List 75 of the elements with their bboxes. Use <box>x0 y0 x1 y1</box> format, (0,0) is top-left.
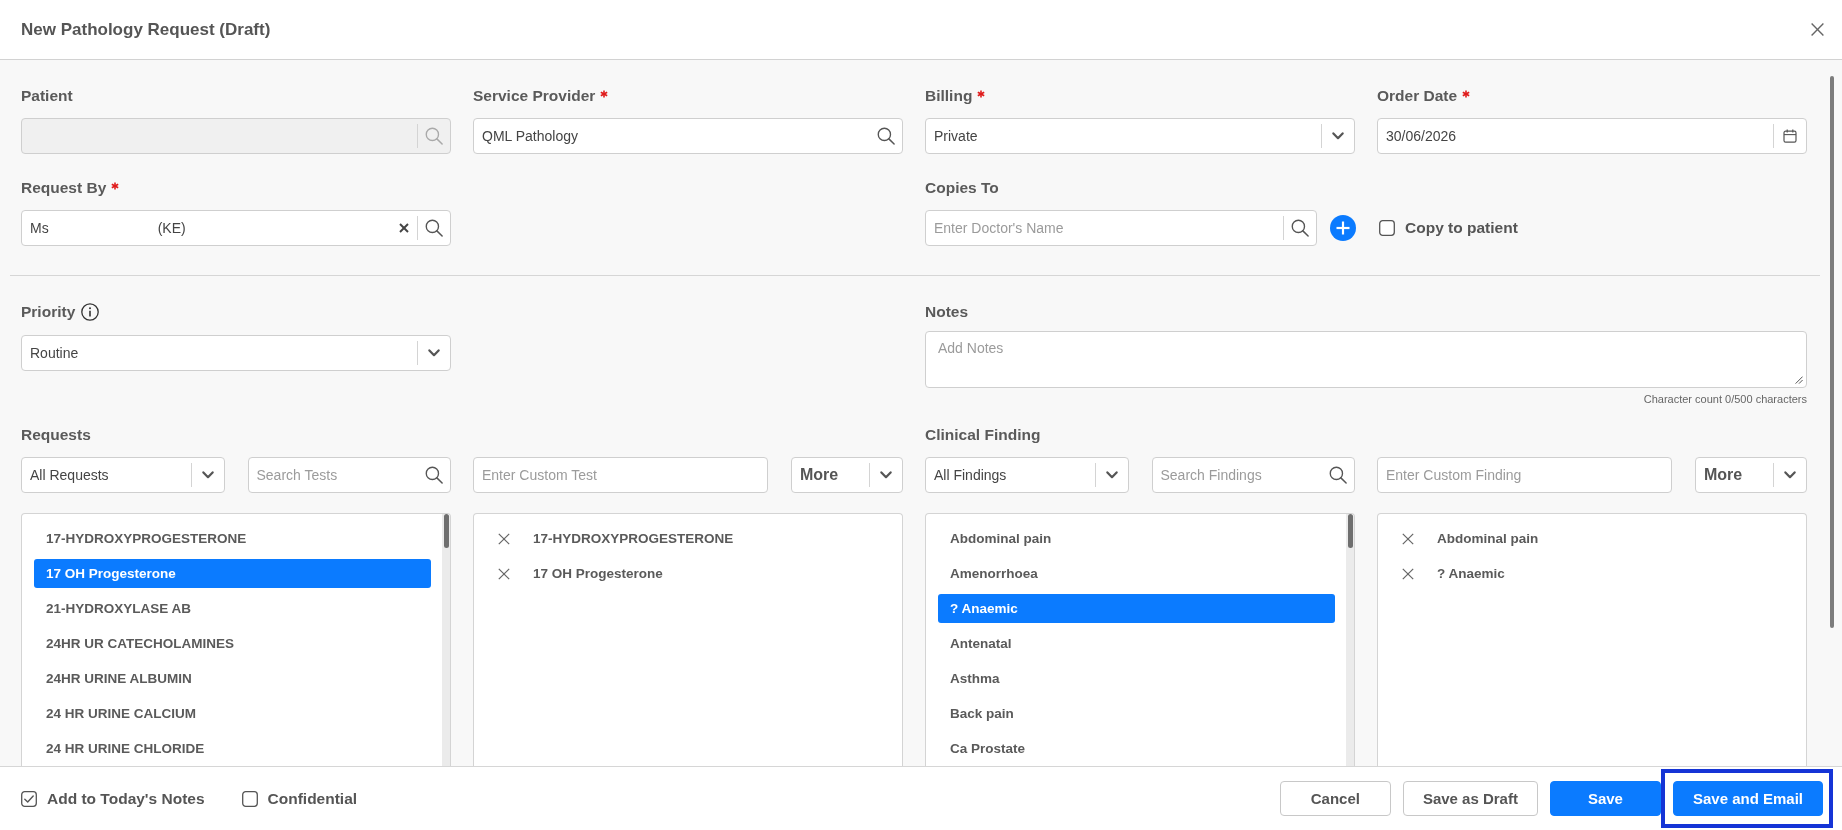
remove-icon[interactable] <box>1402 532 1414 545</box>
list-item[interactable]: Antenatal <box>938 629 1335 658</box>
date-field[interactable]: 30/06/2026 <box>1377 118 1807 154</box>
checkbox[interactable] <box>241 790 258 807</box>
section-label: Requests <box>21 425 91 445</box>
search-field[interactable]: QML Pathology <box>473 118 903 154</box>
secondary-button[interactable]: Save as Draft <box>1402 781 1538 816</box>
list-item[interactable]: 17-HYDROXYPROGESTERONE <box>34 524 431 553</box>
info-icon[interactable] <box>81 303 100 321</box>
checkbox-label[interactable]: Add to Today's Notes <box>47 789 205 808</box>
chevron-down-icon[interactable] <box>1105 471 1118 479</box>
checkbox[interactable] <box>1379 220 1395 236</box>
list-item[interactable]: ? Anaemic <box>938 594 1335 623</box>
scrollbar-thumb[interactable] <box>443 514 449 548</box>
checkbox[interactable] <box>21 790 37 807</box>
field-label: Copies To <box>925 178 999 198</box>
list-item[interactable]: 24HR UR CATECHOLAMINES <box>34 629 431 658</box>
list-item[interactable]: 24HR URINE ALBUMIN <box>34 664 431 693</box>
primary-button[interactable]: Save and Email <box>1672 781 1823 816</box>
chosen-item: 17 OH Progesterone <box>533 566 663 581</box>
chosen-item: 17-HYDROXYPROGESTERONE <box>533 531 734 546</box>
search-icon[interactable] <box>1329 466 1347 484</box>
list-item[interactable]: Abdominal pain <box>938 524 1335 553</box>
dropdown[interactable]: More <box>1695 457 1807 493</box>
field-label: Notes <box>925 302 969 322</box>
checkbox-label[interactable]: Confidential <box>267 789 358 808</box>
clear-icon[interactable] <box>399 223 409 233</box>
list-item[interactable]: Ca Prostate <box>938 734 1335 763</box>
dropdown[interactable]: Private <box>925 118 1355 154</box>
dialog-title: New Pathology Request (Draft) <box>21 19 271 40</box>
scrollbar-track[interactable] <box>1346 514 1354 766</box>
secondary-button[interactable]: Cancel <box>1279 781 1391 816</box>
list-item[interactable]: 24 HR URINE CALCIUM <box>34 699 431 728</box>
chevron-down-icon[interactable] <box>880 471 892 479</box>
dropdown[interactable]: More <box>791 457 903 493</box>
primary-button[interactable]: Save <box>1549 781 1661 816</box>
scrollbar-thumb[interactable] <box>1347 514 1353 548</box>
remove-icon[interactable] <box>1402 567 1414 580</box>
chevron-down-icon[interactable] <box>201 471 214 479</box>
dropdown[interactable]: Routine <box>21 335 451 371</box>
list-item[interactable]: Asthma <box>938 664 1335 693</box>
chosen-item: ? Anaemic <box>1437 566 1505 581</box>
search-field[interactable]: Ms (KE) <box>21 210 451 246</box>
field-label: Billing <box>925 86 973 106</box>
chevron-down-icon[interactable] <box>428 349 440 357</box>
character-count: Character count 0/500 characters <box>1643 393 1807 405</box>
list-item[interactable]: Amenorrhoea <box>938 559 1335 588</box>
list-item[interactable]: 24 HR URINE CHLORIDE <box>34 734 431 763</box>
close-icon[interactable] <box>1811 23 1824 36</box>
chosen-item: Abdominal pain <box>1437 531 1539 546</box>
field-label: Patient <box>21 86 73 106</box>
list-item[interactable]: Back pain <box>938 699 1335 728</box>
list-item[interactable]: 17 OH Progesterone <box>34 559 431 588</box>
search-icon[interactable] <box>1291 219 1309 237</box>
resize-grip-icon[interactable] <box>1795 376 1803 384</box>
chevron-down-icon[interactable] <box>1332 132 1344 140</box>
scrollbar-thumb[interactable] <box>1830 76 1834 628</box>
field-label: Request By <box>21 178 107 198</box>
search-icon[interactable] <box>877 127 895 145</box>
chevron-down-icon[interactable] <box>1784 471 1796 479</box>
checkbox-label[interactable]: Copy to patient <box>1405 219 1518 237</box>
field-label: Order Date <box>1377 86 1458 106</box>
remove-icon[interactable] <box>498 532 510 545</box>
dropdown[interactable]: All Findings <box>925 457 1129 493</box>
field-label: Priority <box>21 302 76 322</box>
add-icon[interactable] <box>1330 215 1356 241</box>
field-label: Service Provider <box>473 86 596 106</box>
remove-icon[interactable] <box>498 567 510 580</box>
section-label: Clinical Finding <box>925 425 1041 445</box>
search-icon[interactable] <box>425 466 443 484</box>
scrollbar-track[interactable] <box>442 514 450 766</box>
search-icon[interactable] <box>425 219 443 237</box>
list-item[interactable]: 21-HYDROXYLASE AB <box>34 594 431 623</box>
calendar-icon[interactable] <box>1783 129 1797 143</box>
dropdown[interactable]: All Requests <box>21 457 225 493</box>
